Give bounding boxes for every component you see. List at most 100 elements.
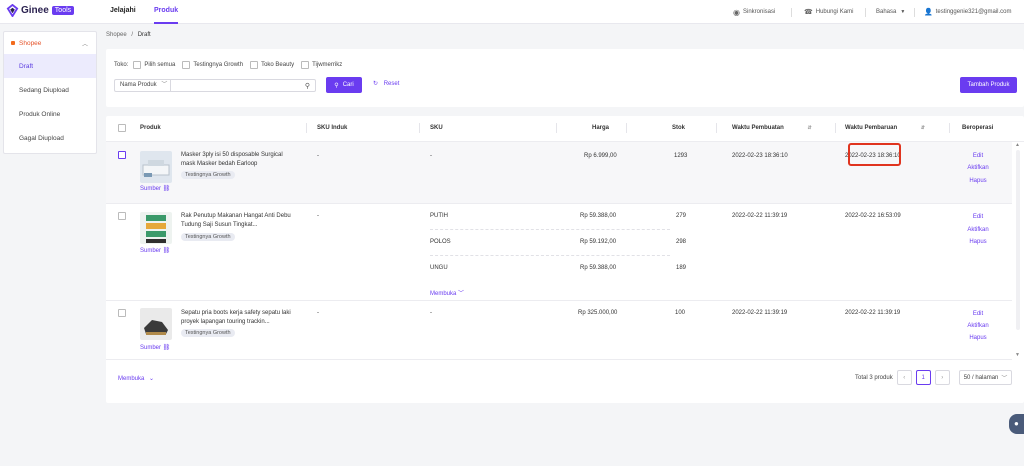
next-page-button[interactable]: › — [934, 370, 950, 385]
stock-value: 1293 — [674, 153, 688, 159]
checkbox-shop[interactable] — [301, 61, 310, 69]
sync-link[interactable]: ◉ Sinkronisasi — [733, 0, 775, 24]
product-thumbnail[interactable] — [140, 151, 172, 183]
scroll-up-icon[interactable]: ▲ — [1013, 142, 1022, 148]
account-email: testinggenie321@gmail.com — [935, 9, 1012, 15]
source-link[interactable]: Sumber ⛓ — [140, 247, 170, 254]
checkbox-select-all-rows[interactable] — [118, 124, 126, 132]
link-icon: ⛓ — [162, 186, 171, 192]
brand-name: Ginee — [21, 5, 49, 16]
link-icon: ⛓ — [162, 345, 171, 351]
table-scrollbar[interactable]: ▲ ▼ — [1013, 142, 1022, 362]
page-size-select[interactable]: 50 / halaman ﹀ — [958, 370, 1013, 385]
row-checkbox[interactable] — [118, 212, 126, 220]
double-chevron-down-icon: ⌄ — [149, 376, 155, 382]
search-field-label: Nama Produk — [120, 82, 157, 88]
shop-filter-label: Toko: — [114, 62, 129, 68]
breadcrumb-current: Draft — [137, 32, 151, 38]
row-checkbox[interactable] — [118, 151, 126, 159]
search-button[interactable]: ⚲ Cari — [326, 77, 362, 93]
expand-all-link[interactable]: Membuka ⌄ — [118, 375, 154, 382]
checkbox-select-all[interactable] — [133, 61, 142, 69]
shop-option-label: Tijwmerrikz — [312, 62, 343, 68]
col-divider — [306, 123, 307, 133]
add-product-button[interactable]: Tambah Produk — [960, 77, 1017, 93]
col-stok: Stok — [672, 125, 686, 131]
sidebar-item-sedang-diupload[interactable]: Sedang Diupload — [4, 78, 96, 102]
delete-button[interactable]: Hapus — [958, 239, 998, 245]
source-link[interactable]: Sumber ⛓ — [140, 344, 170, 351]
stock-value: 100 — [675, 310, 686, 316]
sidebar-shop-shopee[interactable]: Shopee ︿ — [4, 32, 96, 54]
divider — [914, 7, 915, 17]
col-beroperasi: Beroperasi — [962, 125, 994, 131]
shop-tag: Testingnya Growth — [181, 329, 235, 337]
shop-option-label: Testingnya Growth — [193, 62, 244, 68]
checkbox-shop[interactable] — [250, 61, 259, 69]
source-link[interactable]: Sumber ⛓ — [140, 185, 170, 192]
product-name[interactable]: Masker 3ply isi 50 disposable Surgical m… — [181, 151, 295, 169]
sort-icon[interactable]: ⇵ — [807, 125, 811, 131]
search-icon: ⚲ — [334, 82, 339, 89]
product-thumbnail[interactable] — [140, 308, 172, 340]
edit-button[interactable]: Edit — [958, 311, 998, 317]
delete-button[interactable]: Hapus — [958, 178, 998, 184]
nav-jelajahi[interactable]: Jelajahi — [110, 0, 136, 24]
help-widget[interactable]: ● — [1009, 414, 1024, 434]
reset-button[interactable]: ↻ Reset — [373, 80, 399, 87]
activate-button[interactable]: Aktifkan — [958, 323, 998, 329]
search-input[interactable]: ⚲ — [170, 79, 316, 92]
scroll-down-icon[interactable]: ▼ — [1013, 352, 1022, 358]
price-value: Rp 6.999,00 — [584, 153, 617, 159]
sidebar-item-draft[interactable]: Draft — [4, 54, 96, 78]
shop-filter: Toko: Pilih semua Testingnya Growth Toko… — [114, 61, 342, 69]
sort-icon[interactable]: ⇵ — [921, 125, 925, 131]
shop-option-label: Toko Beauty — [261, 62, 295, 68]
breadcrumb-root[interactable]: Shopee — [106, 32, 127, 38]
col-waktu-pembaruan-label: Waktu Pembaruan — [845, 125, 898, 131]
checkbox-shop[interactable] — [182, 61, 191, 69]
created-time: 2022-02-22 11:39:19 — [732, 310, 788, 316]
account-menu[interactable]: 👤 testinggenie321@gmail.com — [924, 0, 1012, 24]
sidebar-item-gagal-diupload[interactable]: Gagal Diupload — [4, 126, 96, 150]
page-number-button[interactable]: 1 — [915, 370, 931, 385]
col-sku: SKU — [430, 125, 443, 131]
edit-button[interactable]: Edit — [958, 214, 998, 220]
mask-product-image — [142, 160, 170, 177]
row-checkbox[interactable] — [118, 309, 126, 317]
nav-produk[interactable]: Produk — [154, 0, 179, 24]
shopee-icon — [11, 41, 15, 45]
logo[interactable]: Ginee Tools — [6, 4, 75, 17]
chevron-up-icon: ︿ — [81, 41, 88, 48]
activate-button[interactable]: Aktifkan — [958, 227, 998, 233]
shop-tag: Testingnya Growth — [181, 171, 235, 179]
delete-button[interactable]: Hapus — [958, 335, 998, 341]
edit-button[interactable]: Edit — [958, 153, 998, 159]
activate-button[interactable]: Aktifkan — [958, 165, 998, 171]
row-divider — [106, 359, 1012, 360]
col-waktu-pembuatan[interactable]: Waktu Pembuatan ⇵ — [732, 125, 812, 131]
expand-all-label: Membuka — [118, 376, 145, 382]
link-icon: ⛓ — [162, 248, 171, 254]
updated-time: 2022-02-22 11:39:19 — [845, 310, 901, 316]
contact-label: Hubungi Kami — [815, 9, 854, 15]
search-field-select[interactable]: Nama Produk ﹀ — [114, 79, 170, 92]
product-thumbnail[interactable] — [140, 212, 172, 244]
chevron-down-icon: ﹀ — [1001, 376, 1008, 382]
prev-page-button[interactable]: ‹ — [896, 370, 912, 385]
language-label: Bahasa — [876, 9, 897, 15]
product-name[interactable]: Rak Penutup Makanan Hangat Anti Debu Tud… — [181, 212, 295, 230]
sidebar-item-produk-online[interactable]: Produk Online — [4, 102, 96, 126]
contact-link[interactable]: ☎ Hubungi Kami — [804, 0, 853, 24]
scroll-thumb[interactable] — [1015, 150, 1020, 330]
expand-variants-link[interactable]: Membuka ﹀ — [430, 288, 464, 297]
variant-stock: 189 — [676, 265, 687, 271]
chevron-down-icon: ﹀ — [458, 291, 465, 297]
col-divider — [949, 123, 950, 133]
total-count: Total 3 produk — [855, 374, 893, 381]
product-name[interactable]: Sepatu pria boots kerja safety sepatu la… — [181, 309, 295, 327]
language-select[interactable]: Bahasa ▼ — [876, 0, 905, 24]
col-waktu-pembaruan[interactable]: Waktu Pembaruan ⇵ — [845, 125, 925, 131]
col-divider — [556, 123, 557, 133]
variant-price: Rp 59.388,00 — [580, 265, 617, 271]
